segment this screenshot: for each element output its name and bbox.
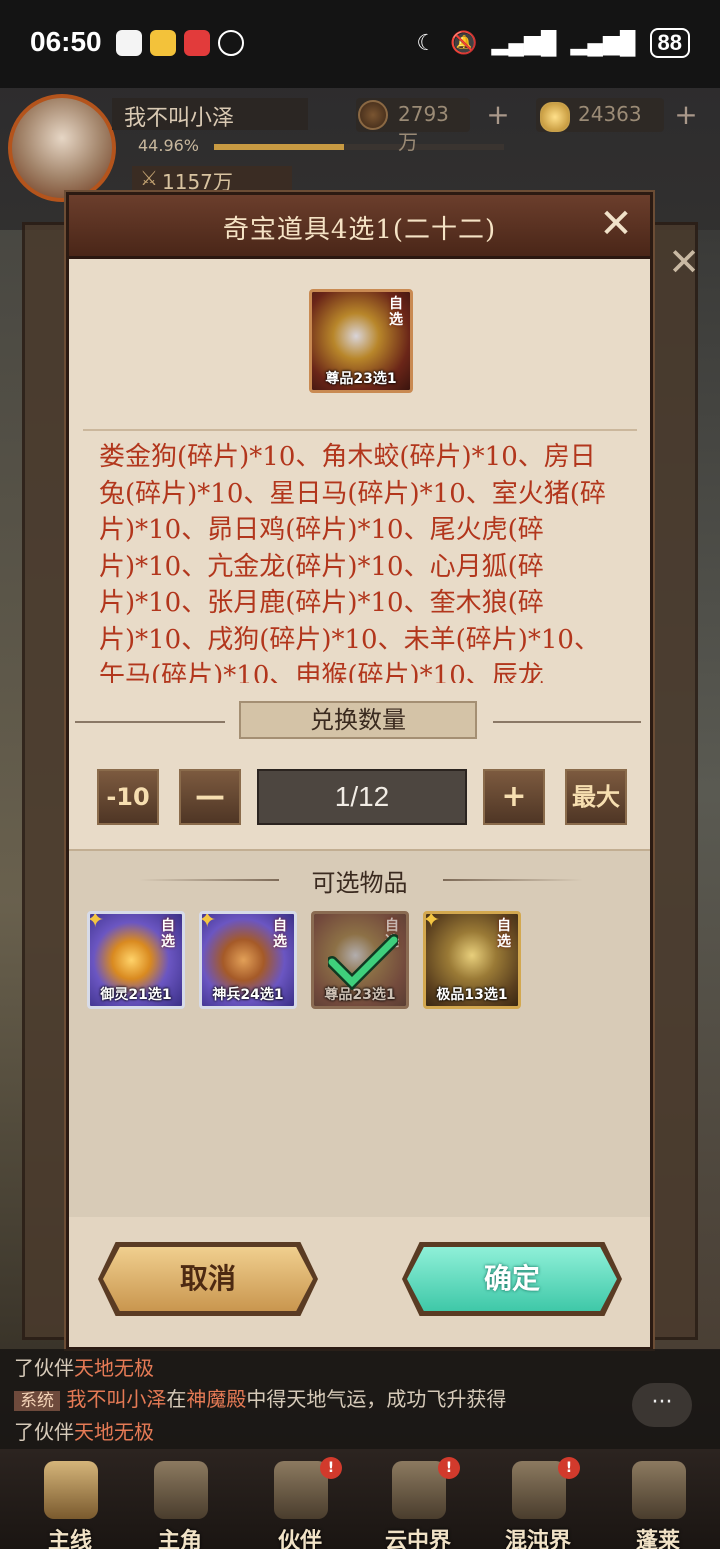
option-item-3-selected[interactable]: 自选 尊品23选1: [311, 911, 409, 1009]
item-choice-dialog: 奇宝道具4选1(二十二) ✕ 自选 尊品23选1 娄金狗(碎片)*10、角木蛟(…: [66, 192, 653, 1349]
chat-highlight: 天地无极: [74, 1420, 154, 1444]
app-notification-icon: [184, 30, 210, 56]
nav-cloud-realm[interactable]: ! 云中界: [368, 1457, 468, 1549]
dialog-title: 奇宝道具4选1(二十二): [222, 215, 497, 245]
nav-label: 伙伴: [277, 1529, 322, 1549]
battery-indicator: 88: [649, 28, 690, 58]
gold-currency: 24363: [536, 98, 664, 132]
combat-power-value: 1157万: [162, 170, 233, 194]
chat-text: 了伙伴: [14, 1420, 74, 1444]
mute-bell-icon: 🔕: [450, 30, 478, 55]
reward-description[interactable]: 娄金狗(碎片)*10、角木蛟(碎片)*10、房日兔(碎片)*10、星日马(碎片)…: [83, 429, 637, 683]
nav-penglai[interactable]: 蓬莱: [608, 1457, 708, 1549]
signal-icon: ▂▄▆█: [491, 30, 557, 55]
option-4-caption: 极品13选1: [436, 987, 508, 1003]
player-avatar[interactable]: [8, 94, 116, 202]
weibo-icon: [150, 30, 176, 56]
system-tag: 系统: [14, 1391, 60, 1411]
copper-coin-icon: [358, 100, 388, 130]
nav-label: 云中界: [384, 1529, 451, 1549]
moon-icon: ☾: [416, 30, 437, 55]
quantity-value: 1/12: [257, 769, 467, 825]
quantity-header: 兑换数量: [69, 701, 650, 741]
chat-line-3: 了伙伴天地无极: [14, 1417, 706, 1448]
puzzle-piece-icon: ✦: [423, 911, 441, 933]
notification-badge: !: [438, 1457, 460, 1479]
nav-chaos-realm[interactable]: ! 混沌界: [488, 1457, 588, 1549]
exp-bar-fill: [214, 144, 345, 150]
gold-ingot-icon: [540, 102, 570, 132]
chat-place: 神魔殿: [186, 1387, 247, 1411]
gold-value: 24363: [578, 102, 642, 126]
eye-icon: [218, 30, 244, 56]
nav-main-quest[interactable]: 主线: [20, 1457, 120, 1549]
main-item-caption: 尊品23选1: [325, 371, 397, 387]
status-time: 06:50: [30, 26, 102, 57]
option-1-tag: 自选: [161, 918, 175, 950]
player-name: 我不叫小泽: [112, 98, 308, 131]
custom-select-tag: 自选: [389, 296, 403, 328]
status-bar: 06:50 ☾ 🔕 ▂▄▆█ ▂▄▆█ 88: [0, 0, 720, 88]
qq-icon: [116, 30, 142, 56]
hero-icon: [154, 1461, 208, 1519]
chat-line-1: 了伙伴天地无极: [14, 1353, 706, 1384]
notification-badge: !: [320, 1457, 342, 1479]
confirm-button[interactable]: 确定: [407, 1247, 617, 1311]
crossed-swords-icon: ⚔: [140, 166, 158, 190]
divider-left: [75, 721, 225, 723]
main-item-icon[interactable]: 自选 尊品23选1: [309, 289, 413, 393]
option-item-2[interactable]: ✦ 自选 神兵24选1: [199, 911, 297, 1009]
nav-partner[interactable]: ! 伙伴: [250, 1457, 350, 1549]
chat-line-2: 系统 我不叫小泽在神魔殿中得天地气运，成功飞升获得: [14, 1384, 706, 1417]
crossed-swords-icon: [44, 1461, 98, 1519]
option-2-tag: 自选: [273, 918, 287, 950]
chat-highlight: 天地无极: [74, 1356, 154, 1380]
exp-bar: [214, 144, 504, 150]
quantity-label: 兑换数量: [239, 701, 477, 739]
nav-hero[interactable]: 主角: [130, 1457, 230, 1549]
minus-button[interactable]: —: [179, 769, 241, 825]
chat-text: 在: [166, 1387, 187, 1411]
chat-text: 中得天地气运，成功飞升获得: [246, 1387, 507, 1411]
close-button[interactable]: ✕: [594, 203, 638, 247]
minus-10-button[interactable]: -10: [97, 769, 159, 825]
option-1-caption: 御灵21选1: [100, 987, 172, 1003]
dialog-header: 奇宝道具4选1(二十二) ✕: [69, 195, 650, 259]
options-panel: 可选物品 ✦ 自选 御灵21选1 ✦ 自选 神兵24选1 自选 尊品23选1 ✦: [69, 849, 650, 1217]
copper-currency: 2793万: [356, 98, 470, 154]
max-button[interactable]: 最大: [565, 769, 627, 825]
system-chat[interactable]: 了伙伴天地无极 系统 我不叫小泽在神魔殿中得天地气运，成功飞升获得 了伙伴天地无…: [0, 1349, 720, 1449]
puzzle-piece-icon: ✦: [87, 911, 105, 933]
option-item-1[interactable]: ✦ 自选 御灵21选1: [87, 911, 185, 1009]
underlying-close-icon: ✕: [668, 240, 700, 284]
option-item-4[interactable]: ✦ 自选 极品13选1: [423, 911, 521, 1009]
divider-right: [493, 721, 641, 723]
bottom-nav: 主线 主角 ! 伙伴 ! 云中界 ! 混沌界 蓬莱: [0, 1449, 720, 1549]
option-2-caption: 神兵24选1: [212, 987, 284, 1003]
cancel-button[interactable]: 取消: [103, 1247, 313, 1311]
options-title: 可选物品: [311, 869, 408, 897]
add-copper-button[interactable]: +: [484, 101, 512, 130]
plus-button[interactable]: +: [483, 769, 545, 825]
chat-bubble-icon[interactable]: ···: [632, 1383, 692, 1427]
sage-icon: [632, 1461, 686, 1519]
combat-power: ⚔ 1157万: [132, 166, 292, 194]
puzzle-piece-icon: ✦: [199, 911, 217, 933]
checkmark-icon: [328, 934, 398, 990]
add-gold-button[interactable]: +: [672, 101, 700, 130]
nav-label: 主线: [47, 1529, 92, 1549]
option-4-tag: 自选: [497, 918, 511, 950]
nav-label: 主角: [157, 1529, 202, 1549]
nav-label: 混沌界: [504, 1529, 571, 1549]
chat-player-name: 我不叫小泽: [66, 1387, 167, 1411]
nav-label: 蓬莱: [635, 1529, 680, 1549]
dialog-footer: 取消 确定: [69, 1217, 650, 1347]
dialog-upper-panel: 自选 尊品23选1 娄金狗(碎片)*10、角木蛟(碎片)*10、房日兔(碎片)*…: [69, 259, 650, 849]
exp-percent: 44.96%: [138, 136, 200, 155]
signal-2-icon: ▂▄▆█: [570, 30, 636, 55]
chat-text: 了伙伴: [14, 1356, 74, 1380]
notification-badge: !: [558, 1457, 580, 1479]
